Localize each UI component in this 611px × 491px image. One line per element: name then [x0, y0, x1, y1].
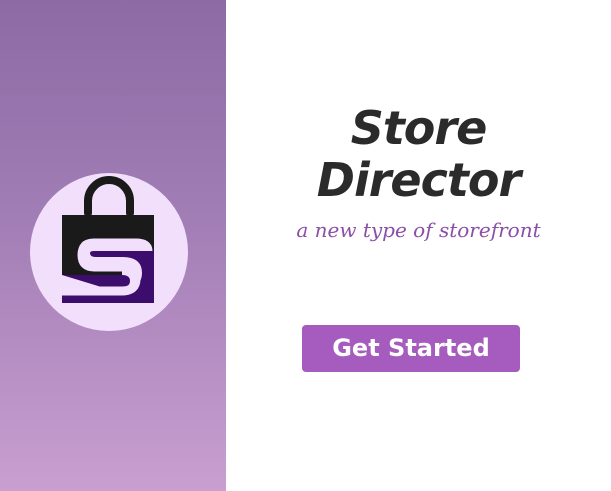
logo-badge: [30, 173, 188, 331]
tagline: a new type of storefront: [296, 218, 541, 242]
content-panel: Store Director a new type of storefront …: [226, 0, 611, 491]
get-started-button[interactable]: Get Started: [302, 325, 520, 372]
app-title-line-2: Director: [316, 153, 521, 207]
shopping-bag-s-icon: [62, 176, 154, 303]
app-title: Store Director: [226, 102, 611, 206]
brand-panel: [0, 0, 226, 491]
app-title-line-1: Store: [350, 101, 488, 155]
